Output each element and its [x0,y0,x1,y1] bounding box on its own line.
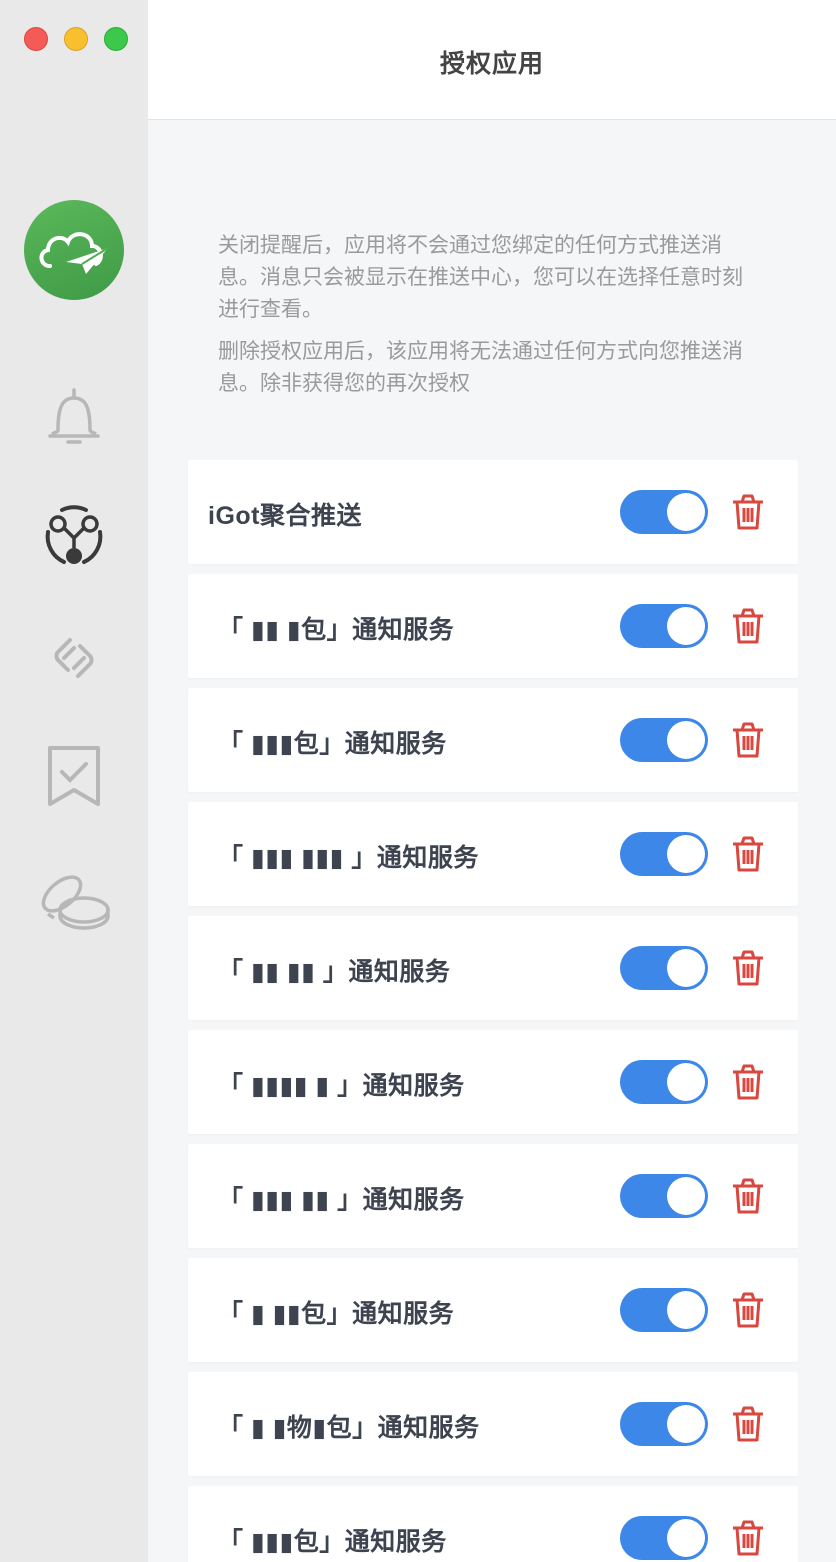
toggle-knob [667,949,705,987]
app-logo-icon[interactable] [24,200,124,300]
toggle-knob [667,493,705,531]
bookmark-check-icon[interactable] [34,736,114,816]
link-chain-icon[interactable] [34,618,114,698]
coins-icon[interactable] [34,858,114,938]
window-minimize-button[interactable] [64,27,88,51]
app-name: 「 ▮▮▮▮ ▮ 」通知服务 [218,1072,465,1100]
app-card: 「 ▮▮ ▮包」通知服务 [188,574,798,678]
page-header: 授权应用 [148,0,836,120]
delete-icon[interactable] [728,720,768,760]
notification-toggle[interactable] [620,1060,708,1104]
notification-toggle[interactable] [620,718,708,762]
toggle-knob [667,835,705,873]
notification-toggle[interactable] [620,1174,708,1218]
sidebar [0,0,148,1562]
delete-icon[interactable] [728,1290,768,1330]
description-delete: 删除授权应用后，该应用将无法通过任何方式向您推送消息。除非获得您的再次授权 [218,340,743,395]
app-card: 「 ▮▮▮包」通知服务 [188,688,798,792]
delete-icon[interactable] [728,606,768,646]
notification-toggle[interactable] [620,1402,708,1446]
toggle-knob [667,1063,705,1101]
delete-icon[interactable] [728,948,768,988]
app-name: 「 ▮▮▮包」通知服务 [218,1528,447,1556]
notification-toggle[interactable] [620,946,708,990]
app-card: 「 ▮▮ ▮▮ 」通知服务 [188,916,798,1020]
app-name: 「 ▮▮▮ ▮▮▮ 」通知服务 [218,844,479,872]
toggle-knob [667,1291,705,1329]
app-name: 「 ▮▮ ▮包」通知服务 [218,616,455,644]
delete-icon[interactable] [728,1062,768,1102]
toggle-knob [667,721,705,759]
toggle-knob [667,1177,705,1215]
notification-toggle[interactable] [620,832,708,876]
app-card: 「 ▮▮▮ ▮▮▮ 」通知服务 [188,802,798,906]
toggle-knob [667,1519,705,1557]
app-card: 「 ▮▮▮ ▮▮ 」通知服务 [188,1144,798,1248]
app-card: 「 ▮▮▮▮ ▮ 」通知服务 [188,1030,798,1134]
app-name: 「 ▮▮▮ ▮▮ 」通知服务 [218,1186,465,1214]
toggle-knob [667,1405,705,1443]
app-card: 「 ▮ ▮物▮包」通知服务 [188,1372,798,1476]
app-card: 「 ▮▮▮包」通知服务 [188,1486,798,1562]
window-zoom-button[interactable] [104,27,128,51]
toggle-knob [667,607,705,645]
page-title: 授权应用 [439,50,544,78]
notification-toggle[interactable] [620,1288,708,1332]
hub-nodes-icon[interactable] [34,498,114,578]
notification-toggle[interactable] [620,490,708,534]
app-name: 「 ▮▮ ▮▮ 」通知服务 [218,958,451,986]
window-close-button[interactable] [24,27,48,51]
description-reminder: 关闭提醒后，应用将不会通过您绑定的任何方式推送消息。消息只会被显示在推送中心，您… [218,234,743,321]
notification-toggle[interactable] [620,1516,708,1560]
app-name: 「 ▮ ▮物▮包」通知服务 [218,1414,480,1442]
app-card: iGot聚合推送 [188,460,798,564]
delete-icon[interactable] [728,1176,768,1216]
delete-icon[interactable] [728,1404,768,1444]
app-name: iGot聚合推送 [208,502,362,530]
delete-icon[interactable] [728,834,768,874]
app-name: 「 ▮ ▮▮包」通知服务 [218,1300,455,1328]
app-name: 「 ▮▮▮包」通知服务 [218,730,447,758]
delete-icon[interactable] [728,492,768,532]
app-card: 「 ▮ ▮▮包」通知服务 [188,1258,798,1362]
bell-icon[interactable] [34,378,114,458]
notification-toggle[interactable] [620,604,708,648]
delete-icon[interactable] [728,1518,768,1558]
